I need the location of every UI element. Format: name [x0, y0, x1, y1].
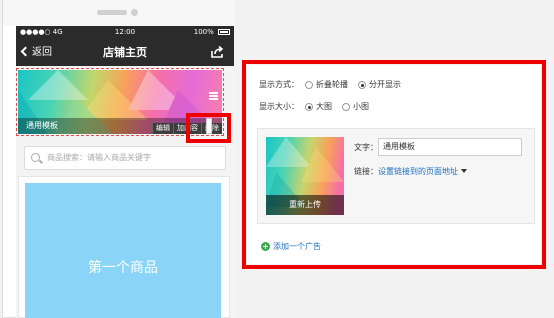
phone-screen: ●●●●○ 4G 12:00 100% 返回 店铺主页 通用模板 编辑 加内容 … [16, 26, 234, 318]
option-large-image[interactable]: 大图 [316, 101, 332, 113]
radio-large-image[interactable] [305, 103, 313, 111]
battery-icon [218, 29, 230, 35]
ad-thumbnail: 重新上传 [266, 137, 344, 215]
banner-name: 通用模板 [26, 121, 58, 130]
plus-circle-icon: + [261, 242, 270, 251]
battery-indicator: 100% [194, 26, 230, 39]
edit-button[interactable]: 编辑 [152, 123, 173, 134]
battery-percent: 100% [193, 28, 214, 36]
link-field-label: 链接： [354, 167, 378, 176]
menu-icon[interactable] [209, 92, 218, 100]
display-size-label: 显示大小： [259, 102, 299, 111]
display-mode-label: 显示方式： [259, 80, 299, 89]
option-separate-display[interactable]: 分开显示 [369, 79, 401, 91]
page-title: 店铺主页 [103, 46, 147, 59]
text-field-label: 文字： [354, 143, 378, 152]
add-ad-label: 添加一个广告 [273, 242, 321, 251]
nav-bar: 返回 店铺主页 [16, 39, 234, 66]
status-bar: ●●●●○ 4G 12:00 100% [16, 26, 234, 39]
add-ad-link[interactable]: + 添加一个广告 [261, 241, 321, 252]
search-input[interactable]: 商品搜索：请输入商品关键字 [24, 146, 226, 170]
ad-text-input[interactable]: 通用模板 [378, 138, 522, 156]
reupload-button[interactable]: 重新上传 [266, 195, 344, 215]
share-icon[interactable] [210, 45, 224, 59]
radio-collapse-carousel[interactable] [305, 81, 313, 89]
phone-top-bezel [3, 0, 235, 26]
caret-down-icon [461, 169, 467, 173]
option-collapse-carousel[interactable]: 折叠轮播 [316, 79, 348, 91]
ad-item-card: 重新上传 文字： 通用模板 链接： 设置链接到的页面地址 [257, 128, 535, 224]
phone-camera [131, 9, 138, 16]
phone-speaker [97, 10, 127, 15]
link-dropdown-value: 设置链接到的页面地址 [378, 167, 458, 176]
phone-preview: ●●●●○ 4G 12:00 100% 返回 店铺主页 通用模板 编辑 加内容 … [2, 0, 235, 318]
product-frame: 第一个商品 [18, 176, 230, 318]
search-icon [31, 153, 40, 162]
radio-separate-display[interactable] [358, 81, 366, 89]
link-dropdown[interactable]: 设置链接到的页面地址 [378, 166, 467, 177]
radio-small-image[interactable] [342, 103, 350, 111]
highlight-delete [186, 113, 231, 143]
product-card[interactable]: 第一个商品 [25, 183, 221, 318]
display-mode-row: 显示方式： 折叠轮播 分开显示 [259, 79, 401, 91]
display-size-row: 显示大小： 大图 小图 [259, 101, 369, 113]
option-small-image[interactable]: 小图 [353, 101, 369, 113]
ad-settings-panel: 显示方式： 折叠轮播 分开显示 显示大小： 大图 小图 重新上传 文字： 通用模… [247, 65, 541, 264]
